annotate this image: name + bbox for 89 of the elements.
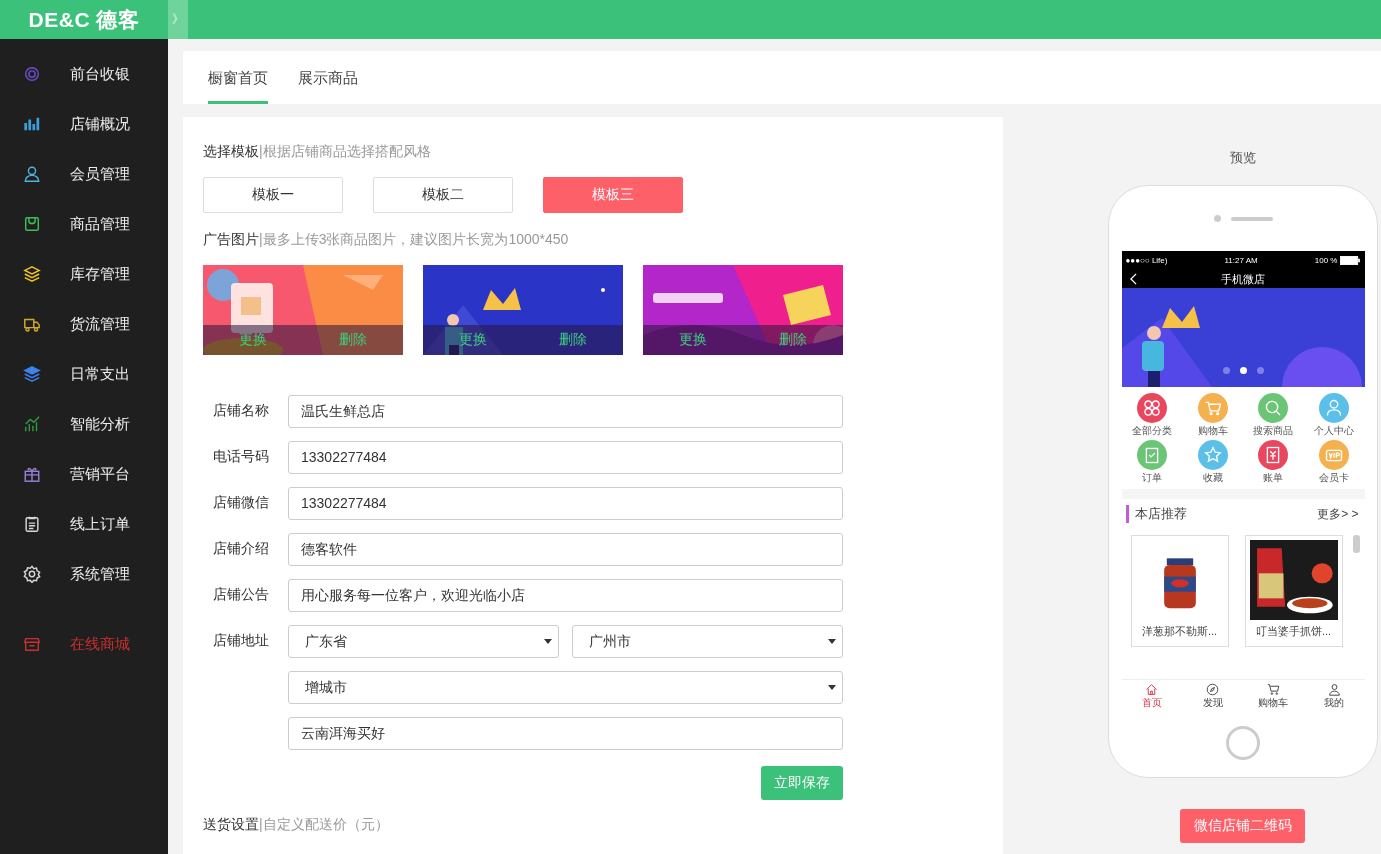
field-label: 店铺名称 bbox=[213, 402, 269, 418]
carousel-dot[interactable] bbox=[1222, 367, 1230, 374]
sidebar-item[interactable]: 线上订单 bbox=[0, 499, 168, 549]
sidebar-item[interactable]: 店铺概况 bbox=[0, 99, 168, 149]
phone-title: 手机微店 bbox=[1221, 271, 1265, 287]
caret-icon bbox=[544, 639, 552, 644]
sidebar-item[interactable]: 日常支出 bbox=[0, 349, 168, 399]
section-title: 送货设置 bbox=[203, 816, 259, 832]
grid-label: 搜索商品 bbox=[1253, 424, 1294, 438]
input-field[interactable]: 用心服务每一位客户，欢迎光临小店 bbox=[288, 579, 843, 612]
input-field[interactable]: 13302277484 bbox=[288, 441, 843, 474]
select-field[interactable]: 增城市 bbox=[288, 671, 843, 704]
grid-label: 账单 bbox=[1263, 471, 1284, 485]
speaker-icon bbox=[1230, 216, 1273, 221]
change-button[interactable]: 更换 bbox=[675, 331, 711, 349]
grid-label: 全部分类 bbox=[1131, 424, 1172, 438]
grid-label: 订单 bbox=[1141, 471, 1162, 485]
sidebar-item[interactable]: 智能分析 bbox=[0, 399, 168, 449]
home-button[interactable] bbox=[1226, 726, 1260, 760]
product-name: 洋葱那不勒斯... bbox=[1141, 624, 1218, 639]
preview-title: 预览 bbox=[1229, 149, 1257, 167]
input-field[interactable]: 德客软件 bbox=[288, 533, 843, 566]
tab[interactable]: 展示商品 bbox=[298, 51, 358, 104]
change-button[interactable]: 更换 bbox=[455, 331, 491, 349]
field-label: 店铺介绍 bbox=[213, 540, 269, 556]
field-label: 店铺公告 bbox=[213, 586, 269, 602]
compass-icon bbox=[1206, 682, 1220, 696]
sidebar-item[interactable]: 系统管理 bbox=[0, 549, 168, 599]
phone-tab[interactable]: 购物车 bbox=[1243, 680, 1304, 712]
input-field[interactable]: 云南洱海买好 bbox=[288, 717, 843, 750]
cart-icon bbox=[1266, 682, 1280, 696]
clipboard-icon[interactable] bbox=[1136, 440, 1167, 470]
section-hint: |根据店铺商品选择搭配风格 bbox=[259, 143, 431, 159]
grid-label: 收藏 bbox=[1202, 471, 1223, 485]
logo: DE&C 德客 bbox=[27, 6, 141, 33]
back-icon[interactable] bbox=[1129, 273, 1137, 285]
phone-tab[interactable]: 发现 bbox=[1182, 680, 1243, 712]
section-hint: |最多上传3张商品图片，建议图片长宽为1000*450 bbox=[259, 231, 569, 247]
caret-icon bbox=[828, 639, 836, 644]
sidebar-item[interactable]: 营销平台 bbox=[0, 449, 168, 499]
cart-icon[interactable] bbox=[1197, 393, 1228, 423]
select-field[interactable]: 广东省 bbox=[288, 625, 559, 658]
scrollbar[interactable] bbox=[1352, 535, 1360, 553]
sidebar-item[interactable]: 前台收银 bbox=[0, 49, 168, 99]
carousel-dot[interactable] bbox=[1239, 367, 1247, 374]
camera-icon bbox=[1213, 215, 1221, 222]
user-icon bbox=[1327, 682, 1341, 696]
grid-label: 个人中心 bbox=[1314, 424, 1355, 438]
delete-button[interactable]: 删除 bbox=[555, 331, 591, 349]
section-title: 选择模板 bbox=[203, 143, 259, 159]
carrier-text: ●●●○○ Life) bbox=[1125, 256, 1168, 265]
more-link[interactable]: 更多> > bbox=[1317, 505, 1359, 523]
search-icon[interactable] bbox=[1258, 393, 1289, 423]
battery-icon bbox=[1340, 256, 1361, 265]
sidebar-item[interactable]: 货流管理 bbox=[0, 299, 168, 349]
grid-icon[interactable] bbox=[1136, 393, 1167, 423]
home-icon bbox=[1145, 682, 1159, 696]
carousel-dot[interactable] bbox=[1256, 367, 1264, 374]
field-label: 店铺微信 bbox=[213, 494, 269, 510]
input-field[interactable]: 13302277484 bbox=[288, 487, 843, 520]
caret-icon bbox=[828, 685, 836, 690]
receipt-icon[interactable] bbox=[1258, 440, 1289, 470]
grid-label: 购物车 bbox=[1197, 424, 1228, 438]
delete-button[interactable]: 删除 bbox=[775, 331, 811, 349]
select-field[interactable]: 广州市 bbox=[572, 625, 843, 658]
status-time: 11:27 AM bbox=[1224, 256, 1258, 265]
phone-tab[interactable]: 首页 bbox=[1121, 680, 1183, 712]
template-button[interactable]: 模板一 bbox=[203, 177, 343, 213]
product-card[interactable]: 洋葱那不勒斯... bbox=[1130, 535, 1229, 647]
section-hint: |自定义配送价（元） bbox=[259, 816, 389, 832]
vip-card-icon[interactable] bbox=[1319, 440, 1350, 470]
field-label: 电话号码 bbox=[213, 448, 269, 464]
battery-text: 100 % bbox=[1314, 256, 1338, 265]
sidebar-item[interactable]: 会员管理 bbox=[0, 149, 168, 199]
input-field[interactable]: 温氏生鲜总店 bbox=[288, 395, 843, 428]
template-button[interactable]: 模板二 bbox=[373, 177, 513, 213]
field-label: 店铺地址 bbox=[213, 632, 269, 648]
delete-button[interactable]: 删除 bbox=[335, 331, 371, 349]
section-title: 本店推荐 bbox=[1125, 505, 1187, 523]
sidebar-item[interactable]: 库存管理 bbox=[0, 249, 168, 299]
product-name: 叮当婆手抓饼... bbox=[1255, 624, 1332, 639]
section-title: 广告图片 bbox=[203, 231, 259, 247]
phone-tab[interactable]: 我的 bbox=[1303, 680, 1365, 712]
user-icon[interactable] bbox=[1319, 393, 1350, 423]
sidebar-item[interactable]: 商品管理 bbox=[0, 199, 168, 249]
grid-label: 会员卡 bbox=[1319, 471, 1350, 485]
change-button[interactable]: 更换 bbox=[235, 331, 271, 349]
tab[interactable]: 橱窗首页 bbox=[208, 51, 268, 104]
product-card[interactable]: 叮当婆手抓饼... bbox=[1244, 535, 1343, 647]
